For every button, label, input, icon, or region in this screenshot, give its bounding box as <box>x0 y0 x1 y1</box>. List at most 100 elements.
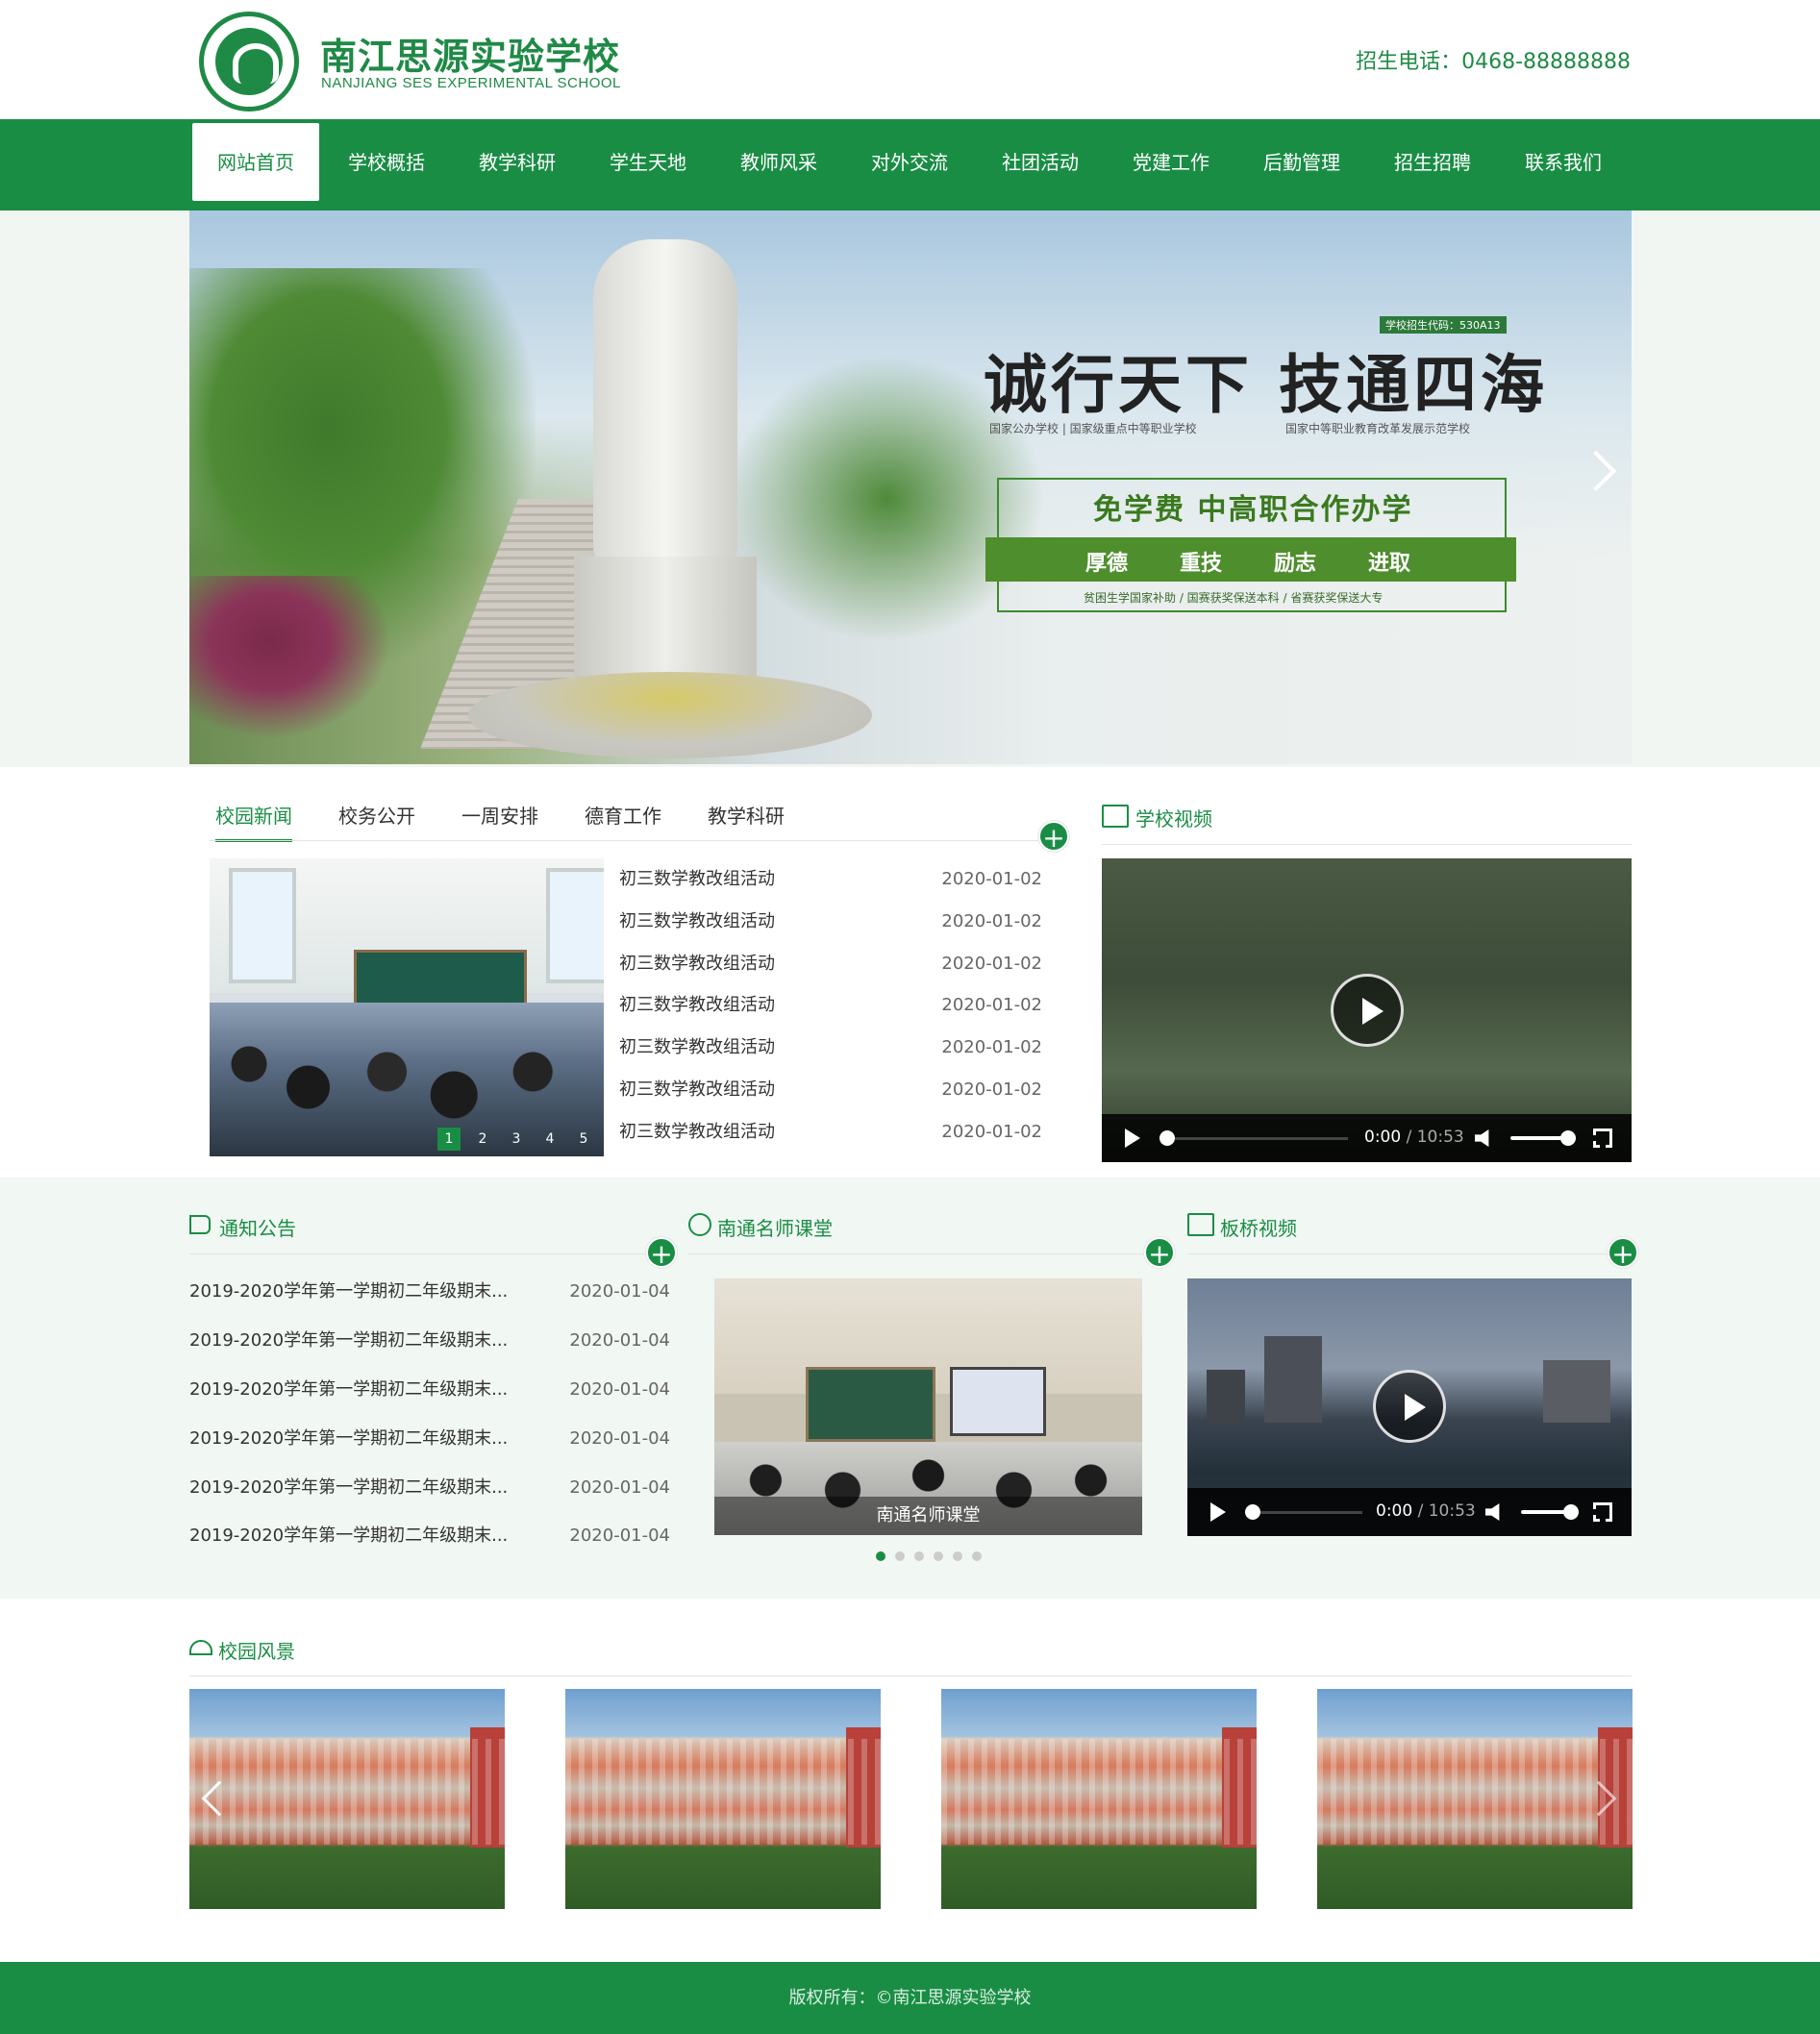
notice-title: 2019-2020学年第一学期初二年级期末... <box>189 1428 509 1449</box>
nav-item-students[interactable]: 学生天地 <box>585 123 711 201</box>
nav-item-teachers[interactable]: 教师风采 <box>715 123 842 201</box>
duration: / 10:53 <box>1417 1501 1476 1521</box>
news-item[interactable]: 初三数学教改组活动 2020-01-02 <box>619 858 1052 901</box>
slider-dot[interactable]: 1 <box>437 1128 461 1151</box>
school-video-player[interactable]: 0:00 / 10:53 <box>1102 858 1632 1162</box>
news-date: 2020-01-02 <box>941 1037 1042 1057</box>
projector-screen <box>950 1367 1046 1436</box>
duration: / 10:53 <box>1406 1128 1464 1147</box>
notice-item[interactable]: 2019-2020学年第一学期初二年级期末... 2020-01-04 <box>189 1463 670 1512</box>
nav-item-overview[interactable]: 学校概括 <box>323 123 450 201</box>
tab-campus-news[interactable]: 校园新闻 <box>215 790 292 842</box>
notice-item[interactable]: 2019-2020学年第一学期初二年级期末... 2020-01-04 <box>189 1316 670 1365</box>
news-photo-slider[interactable] <box>210 858 604 1156</box>
school-logo-icon[interactable] <box>199 12 299 112</box>
news-title: 初三数学教改组活动 <box>619 995 775 1015</box>
slider-dot[interactable]: 2 <box>471 1128 494 1151</box>
school-name-cn[interactable]: 南江思源实验学校 <box>320 27 620 80</box>
school-name-en: NANJIANG SES EXPERIMENTAL SCHOOL <box>321 75 621 91</box>
tab-moral[interactable]: 德育工作 <box>585 790 661 842</box>
banner-values-bar: 厚德 重技 励志 进取 <box>985 537 1516 582</box>
play-icon[interactable] <box>1331 974 1404 1047</box>
banner-subtitle-right: 国家中等职业教育改革发展示范学校 <box>1285 422 1471 435</box>
qiao-video-more-button[interactable]: + <box>1608 1237 1638 1269</box>
video-building <box>1543 1360 1610 1423</box>
pager-dot[interactable] <box>972 1551 982 1561</box>
notice-date: 2020-01-04 <box>569 1526 670 1546</box>
notice-item[interactable]: 2019-2020学年第一学期初二年级期末... 2020-01-04 <box>189 1267 670 1316</box>
campus-photo[interactable] <box>941 1689 1257 1909</box>
news-item[interactable]: 初三数学教改组活动 2020-01-02 <box>619 1111 1052 1153</box>
volume-handle[interactable] <box>1560 1130 1576 1146</box>
campus-photo[interactable] <box>565 1689 881 1909</box>
notice-date: 2020-01-04 <box>569 1330 670 1351</box>
star-icon <box>688 1213 711 1236</box>
film-icon <box>1102 805 1129 828</box>
site-footer: 版权所有：©南江思源实验学校 <box>0 1962 1820 2034</box>
qiao-video-player[interactable]: 0:00 / 10:53 <box>1187 1278 1632 1536</box>
news-title: 初三数学教改组活动 <box>619 954 775 974</box>
news-more-button[interactable]: + <box>1038 821 1069 853</box>
nav-item-contact[interactable]: 联系我们 <box>1500 123 1627 201</box>
news-item[interactable]: 初三数学教改组活动 2020-01-02 <box>619 943 1052 985</box>
notice-title: 2019-2020学年第一学期初二年级期末... <box>189 1477 509 1498</box>
video-time: 0:00 / 10:53 <box>1364 1128 1464 1147</box>
teachers-divider <box>688 1253 1159 1254</box>
slider-dot[interactable]: 3 <box>505 1128 528 1151</box>
site-header: 南江思源实验学校 NANJIANG SES EXPERIMENTAL SCHOO… <box>0 0 1820 119</box>
notice-item[interactable]: 2019-2020学年第一学期初二年级期末... 2020-01-04 <box>189 1365 670 1414</box>
banner-slide[interactable]: 学校招生代码：530A13 诚行天下 技通四海 国家公办学校 | 国家级重点中等… <box>189 211 1632 764</box>
seek-handle[interactable] <box>1245 1504 1260 1520</box>
nav-item-logistics[interactable]: 后勤管理 <box>1238 123 1365 201</box>
tab-weekly[interactable]: 一周安排 <box>461 790 538 842</box>
notice-item[interactable]: 2019-2020学年第一学期初二年级期末... 2020-01-04 <box>189 1511 670 1560</box>
volume-icon[interactable] <box>1475 1129 1489 1147</box>
pager-dot[interactable] <box>876 1551 885 1561</box>
seek-bar[interactable] <box>1260 1511 1362 1514</box>
nav-item-clubs[interactable]: 社团活动 <box>977 123 1104 201</box>
seek-handle[interactable] <box>1159 1130 1175 1146</box>
nav-item-home[interactable]: 网站首页 <box>192 123 319 201</box>
nav-item-recruitment[interactable]: 招生招聘 <box>1369 123 1496 201</box>
volume-icon[interactable] <box>1485 1503 1500 1521</box>
volume-slider[interactable] <box>1510 1136 1568 1140</box>
video-building <box>1207 1370 1245 1423</box>
nav-item-exchange[interactable]: 对外交流 <box>846 123 973 201</box>
news-title: 初三数学教改组活动 <box>619 869 775 889</box>
banner-statue <box>593 239 737 566</box>
pager-dot[interactable] <box>953 1551 962 1561</box>
pager-dot[interactable] <box>934 1551 943 1561</box>
classroom-window <box>229 868 296 983</box>
play-icon[interactable] <box>1373 1370 1446 1443</box>
slider-dot[interactable]: 4 <box>538 1128 561 1151</box>
seek-bar[interactable] <box>1175 1137 1348 1140</box>
news-item[interactable]: 初三数学教改组活动 2020-01-02 <box>619 1069 1052 1111</box>
news-date: 2020-01-02 <box>941 869 1042 889</box>
tab-research[interactable]: 教学科研 <box>708 790 785 842</box>
banner-value: 重技 <box>1180 552 1223 576</box>
chalkboard <box>354 950 527 1005</box>
banner-title: 诚行天下 技通四海 <box>984 347 1548 422</box>
news-item[interactable]: 初三数学教改组活动 2020-01-02 <box>619 1027 1052 1069</box>
fullscreen-icon[interactable] <box>1593 1502 1612 1522</box>
play-icon[interactable] <box>1125 1129 1140 1148</box>
pager-dot[interactable] <box>914 1551 924 1561</box>
current-time: 0:00 <box>1376 1501 1413 1521</box>
nav-item-teaching[interactable]: 教学科研 <box>454 123 581 201</box>
news-item[interactable]: 初三数学教改组活动 2020-01-02 <box>619 901 1052 943</box>
volume-handle[interactable] <box>1563 1504 1579 1520</box>
qiao-video-divider <box>1187 1253 1632 1254</box>
play-icon[interactable] <box>1210 1502 1226 1522</box>
slider-dot[interactable]: 5 <box>572 1128 595 1151</box>
fullscreen-icon[interactable] <box>1593 1129 1612 1148</box>
nav-item-party[interactable]: 党建工作 <box>1108 123 1234 201</box>
campus-photo[interactable] <box>189 1689 505 1909</box>
film-icon <box>1187 1213 1214 1236</box>
news-item[interactable]: 初三数学教改组活动 2020-01-02 <box>619 984 1052 1027</box>
teachers-more-button[interactable]: + <box>1144 1237 1175 1269</box>
tab-affairs[interactable]: 校务公开 <box>338 790 415 842</box>
teachers-photo-slider[interactable]: 南通名师课堂 <box>714 1278 1142 1535</box>
pager-dot[interactable] <box>895 1551 905 1561</box>
notices-more-button[interactable]: + <box>646 1237 677 1269</box>
notice-item[interactable]: 2019-2020学年第一学期初二年级期末... 2020-01-04 <box>189 1414 670 1463</box>
